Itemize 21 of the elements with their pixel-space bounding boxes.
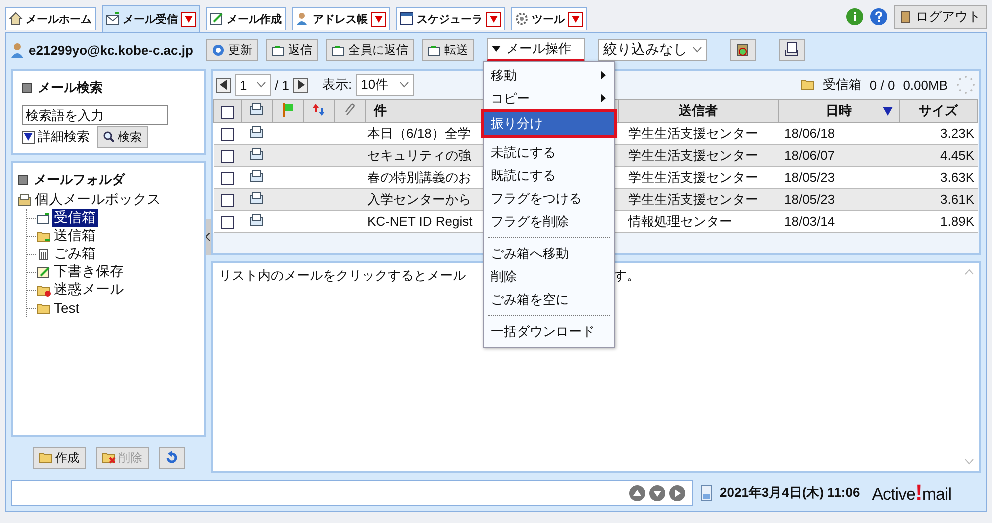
preview-message: す。 [614,267,640,285]
date-cell: 18/06/07 [778,144,900,166]
sender-cell: 学生生活支援センター [618,188,778,210]
app-logo: Active!mail [872,480,952,506]
message-count: 0 / 0 [870,78,896,92]
panel-title: メール検索 [38,79,103,97]
preview-message: リスト内のメールをクリックするとメール [219,267,466,285]
display-label: 表示: [322,76,352,94]
size-cell: 1.89K [900,210,978,232]
size-cell: 3.61K [900,188,978,210]
sender-cell: 学生生活支援センター [618,144,778,166]
sender-cell: 情報処理センター [618,210,778,232]
date-cell: 18/03/14 [778,210,900,232]
user-email: e21299yo@kc.kobe-c.ac.jp [29,42,194,58]
date-cell: 18/05/23 [778,188,900,210]
folder-size: 0.00MB [903,78,948,92]
current-datetime: 2021年3月4日(木) 11:06 [720,484,860,502]
panel-title: メールフォルダ [34,171,125,189]
folder-name: 受信箱 [822,76,862,94]
size-cell: 4.45K [900,144,978,166]
page-total: / 1 [275,78,290,92]
